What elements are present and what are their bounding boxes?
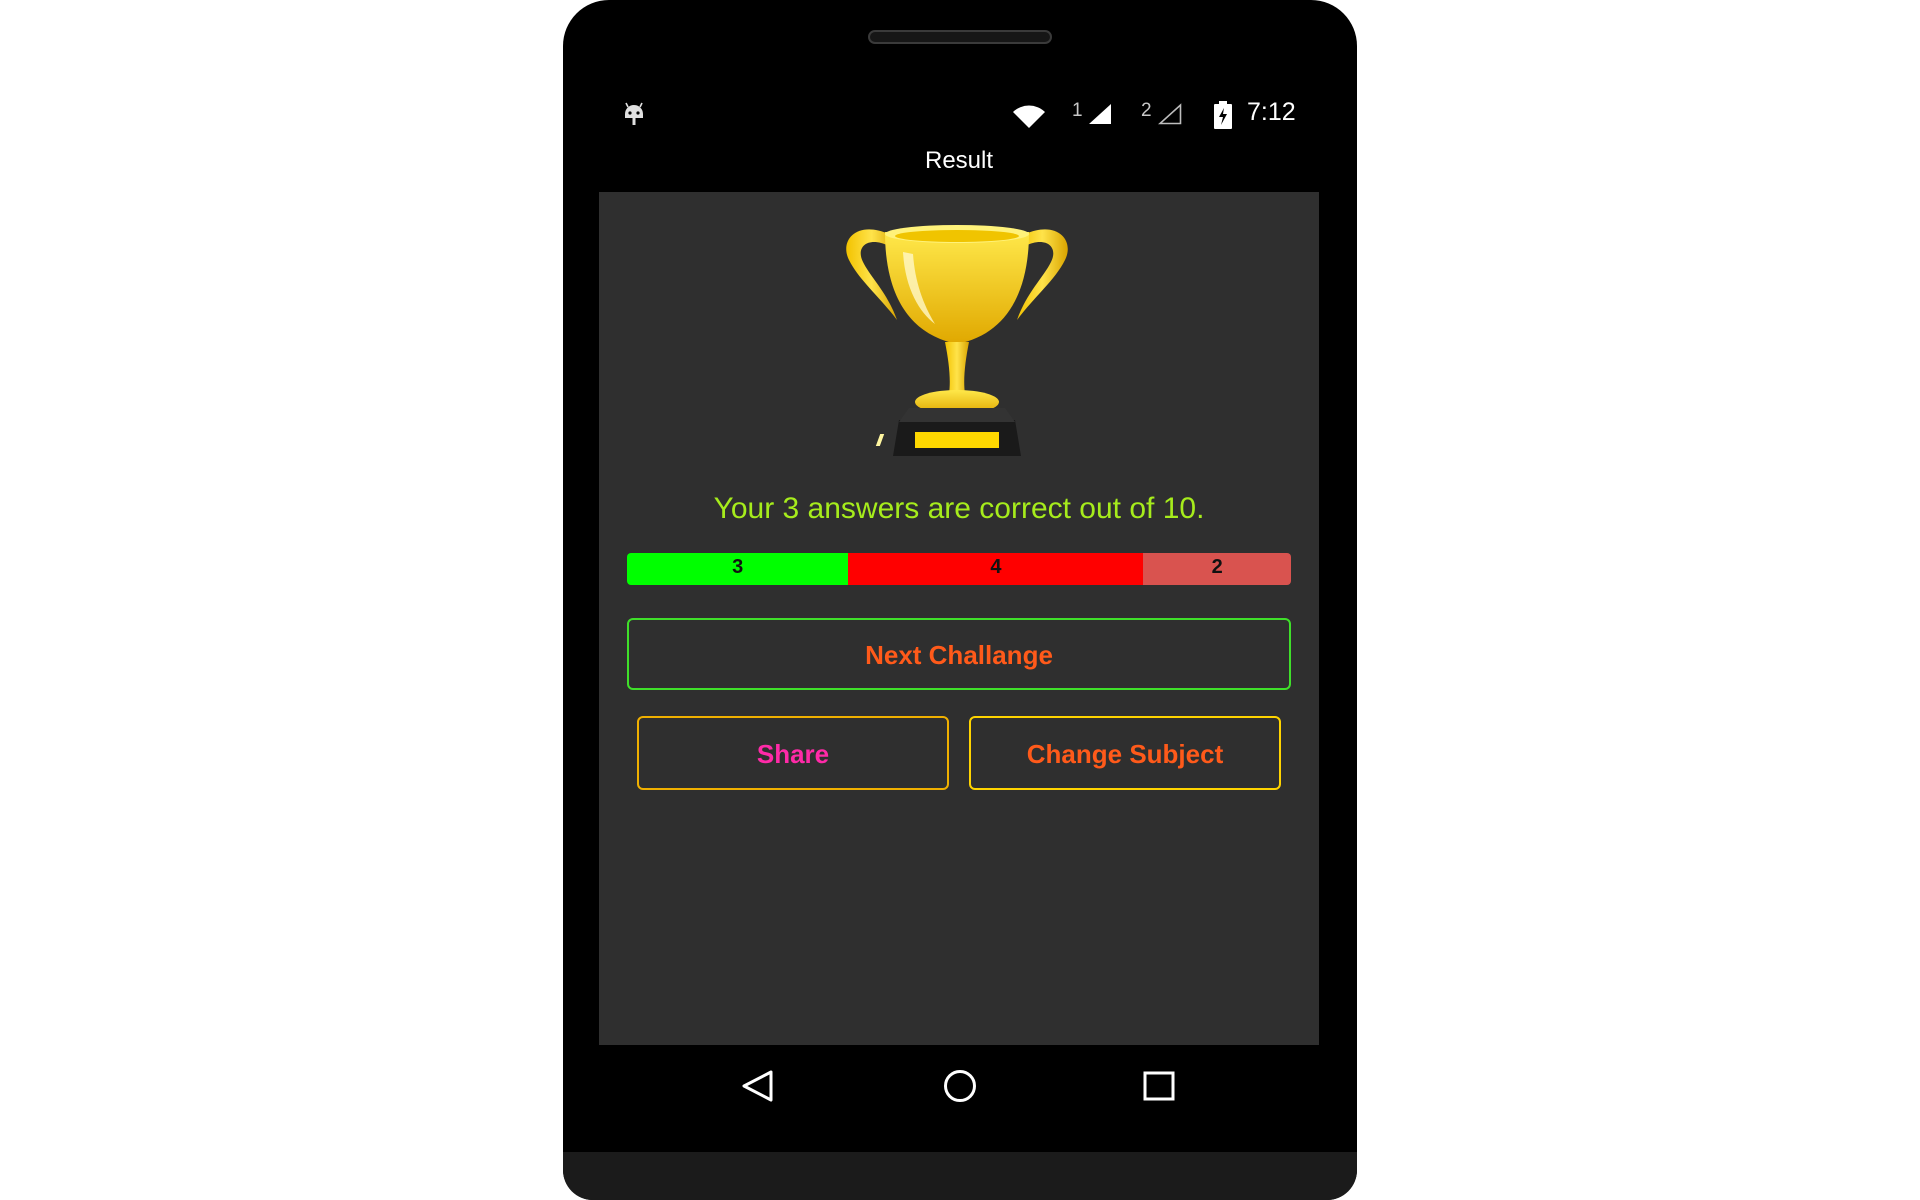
trophy-icon bbox=[846, 225, 1068, 456]
phone-frame: 1 2 7:12 Result Your 3 answers are corre… bbox=[563, 0, 1357, 1200]
phone-speaker bbox=[868, 30, 1052, 44]
back-icon[interactable] bbox=[739, 1069, 775, 1103]
progress-segment-wrong: 4 bbox=[848, 553, 1144, 585]
sim2-label: 2 bbox=[1141, 100, 1152, 121]
status-bar: 1 2 7:12 bbox=[599, 80, 1319, 130]
progress-segment-skipped: 2 bbox=[1143, 553, 1291, 585]
sim1-label: 1 bbox=[1072, 100, 1083, 121]
share-button[interactable]: Share bbox=[637, 716, 949, 790]
next-challenge-button[interactable]: Next Challange bbox=[627, 618, 1291, 690]
navigation-bar bbox=[599, 1045, 1319, 1145]
progress-segment-correct: 3 bbox=[627, 553, 849, 585]
signal-icon bbox=[1158, 103, 1182, 125]
wifi-icon bbox=[1013, 105, 1045, 128]
android-icon bbox=[625, 102, 643, 125]
change-subject-button[interactable]: Change Subject bbox=[969, 716, 1281, 790]
signal-icon bbox=[1089, 104, 1111, 124]
status-clock: 7:12 bbox=[1247, 98, 1296, 126]
page-title: Result bbox=[924, 147, 994, 174]
device-screen: 1 2 7:12 Result Your 3 answers are corre… bbox=[599, 60, 1319, 1145]
result-content: Your 3 answers are correct out of 10. 3 … bbox=[599, 192, 1319, 1045]
recents-icon[interactable] bbox=[1143, 1071, 1175, 1101]
phone-chin bbox=[563, 1152, 1357, 1200]
score-progress-bar: 3 4 2 bbox=[627, 553, 1291, 585]
battery-charging-icon bbox=[1214, 101, 1232, 129]
home-icon[interactable] bbox=[942, 1069, 978, 1103]
result-message: Your 3 answers are correct out of 10. bbox=[713, 492, 1205, 525]
